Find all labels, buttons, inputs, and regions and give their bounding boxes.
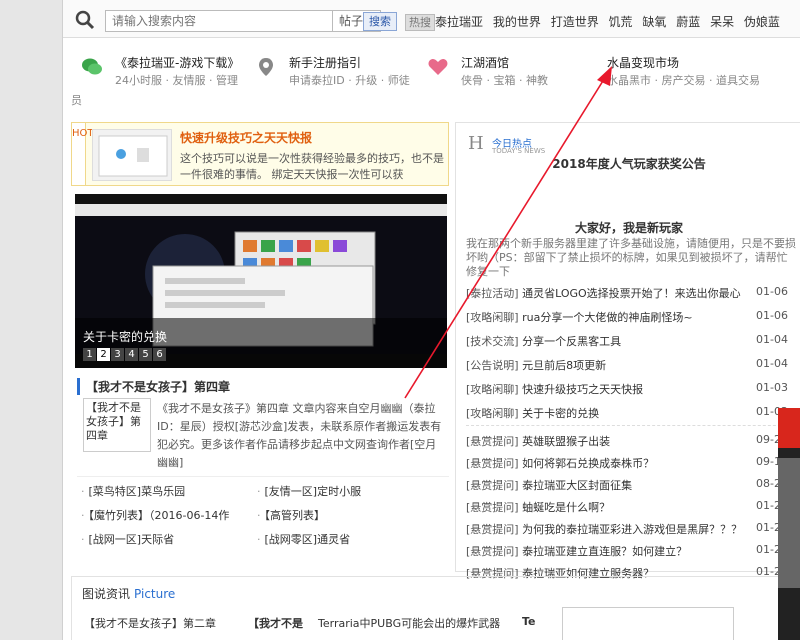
annotation-arrow-icon — [404, 66, 612, 399]
